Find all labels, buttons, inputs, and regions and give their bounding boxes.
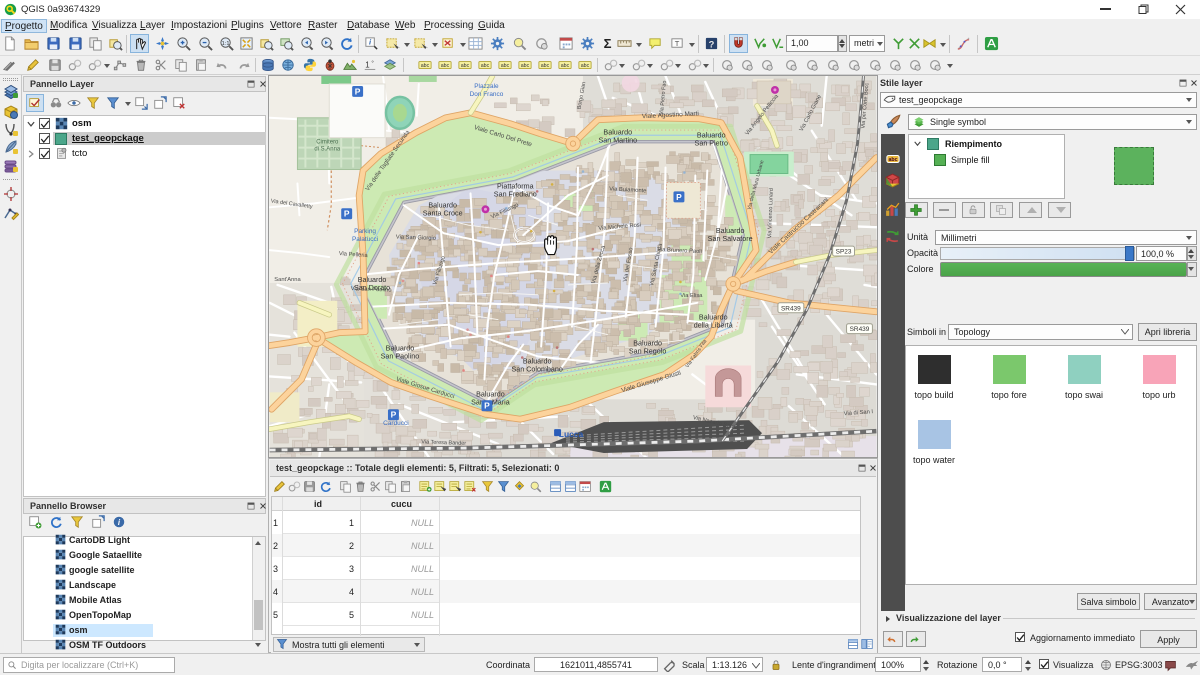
svg-text:Via Elisa: Via Elisa	[680, 293, 703, 299]
svg-text:BaluardoSan Martino: BaluardoSan Martino	[598, 129, 637, 145]
svg-text:BaluardoSanta Croce: BaluardoSanta Croce	[423, 201, 463, 217]
svg-text:abc: abc	[888, 157, 897, 163]
svg-text:ParkingPalatucci: ParkingPalatucci	[352, 228, 378, 243]
svg-text:°: °	[371, 60, 374, 67]
svg-text:abc: abc	[441, 63, 450, 69]
svg-text:abc: abc	[521, 63, 530, 69]
svg-text:P: P	[391, 410, 397, 420]
svg-text:BaluardoSan Pietro: BaluardoSan Pietro	[695, 132, 728, 148]
svg-text:Carducci: Carducci	[383, 420, 408, 427]
svg-text:abc: abc	[461, 63, 470, 69]
svg-text:SR439: SR439	[781, 305, 801, 312]
svg-text:Cimiterodi S.Anna: Cimiterodi S.Anna	[314, 140, 341, 153]
svg-text:1:1: 1:1	[222, 41, 230, 47]
svg-text:abc: abc	[541, 63, 550, 69]
svg-text:SR439: SR439	[850, 326, 870, 333]
svg-text:Lucca: Lucca	[559, 429, 584, 439]
svg-text:BaluardoSan Paolino: BaluardoSan Paolino	[381, 345, 420, 361]
svg-text:P: P	[355, 86, 361, 96]
svg-text:?: ?	[709, 39, 715, 49]
svg-text:P: P	[484, 401, 490, 411]
svg-text:Sant'Anna: Sant'Anna	[274, 277, 301, 283]
svg-text:T: T	[675, 39, 680, 48]
svg-text:1: 1	[365, 61, 369, 70]
svg-text:BaluardoSan Regolo: BaluardoSan Regolo	[629, 340, 666, 356]
svg-text:Σ: Σ	[604, 36, 612, 51]
svg-text:abc: abc	[481, 63, 490, 69]
svg-text:Baluardodella Libertà: Baluardodella Libertà	[694, 314, 733, 330]
svg-text:PlazzaleDon Franco: PlazzaleDon Franco	[470, 83, 504, 98]
svg-text:P: P	[676, 192, 682, 202]
svg-text:abc: abc	[501, 63, 510, 69]
svg-text:PiattaformaSan Frediano: PiattaformaSan Frediano	[494, 182, 537, 198]
svg-text:abc: abc	[421, 63, 430, 69]
svg-text:abc: abc	[581, 63, 590, 69]
svg-text:SP23: SP23	[836, 249, 852, 256]
svg-text:abc: abc	[561, 63, 570, 69]
svg-text:P: P	[344, 209, 350, 219]
